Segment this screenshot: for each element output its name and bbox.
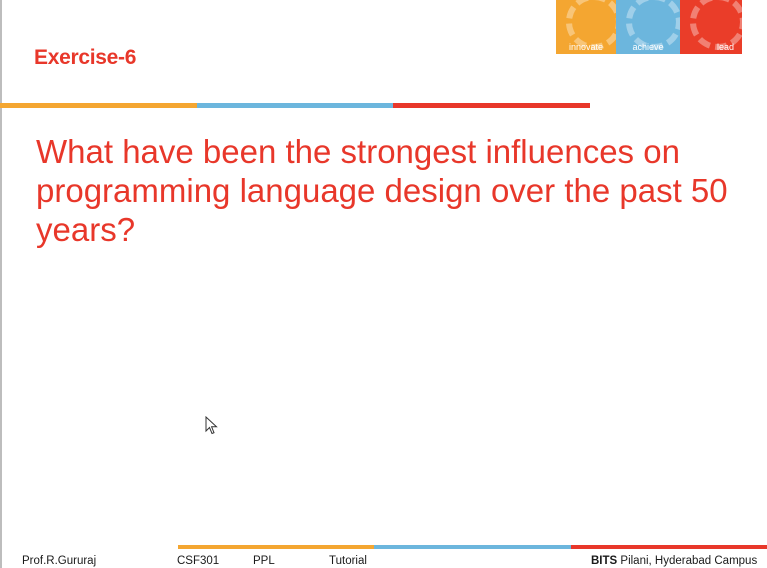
footer-institute-bold: BITS [591,555,618,567]
footer-course-code: CSF301 [177,555,220,567]
footer-institute: BITS Pilani, Hyderabad Campus [591,555,757,567]
footer-course-name: PPL [253,555,275,567]
brand-cell-lead: lead [680,0,742,54]
brand-cell-achieve: achieve [616,0,680,54]
slide-title: Exercise-6 [34,46,137,69]
footer-institute-rest: Pilani, Hyderabad Campus [617,555,758,567]
brand-label-innovate: innovate [568,42,604,52]
brand-label-achieve: achieve [632,42,664,52]
footer-author: Prof.R.Gururaj [22,555,97,567]
slide: Exercise-6 innovate achieve lead What ha… [0,0,767,568]
brand-label-lead: lead [716,42,734,52]
brand-cell-innovate: innovate [556,0,616,54]
footer-divider [178,545,767,549]
footer-session-type: Tutorial [329,555,367,567]
slide-left-edge [0,0,2,568]
mouse-pointer-icon [205,416,218,435]
brand-banner: innovate achieve lead [556,0,742,54]
slide-question: What have been the strongest influences … [36,133,728,248]
title-divider [0,103,590,108]
